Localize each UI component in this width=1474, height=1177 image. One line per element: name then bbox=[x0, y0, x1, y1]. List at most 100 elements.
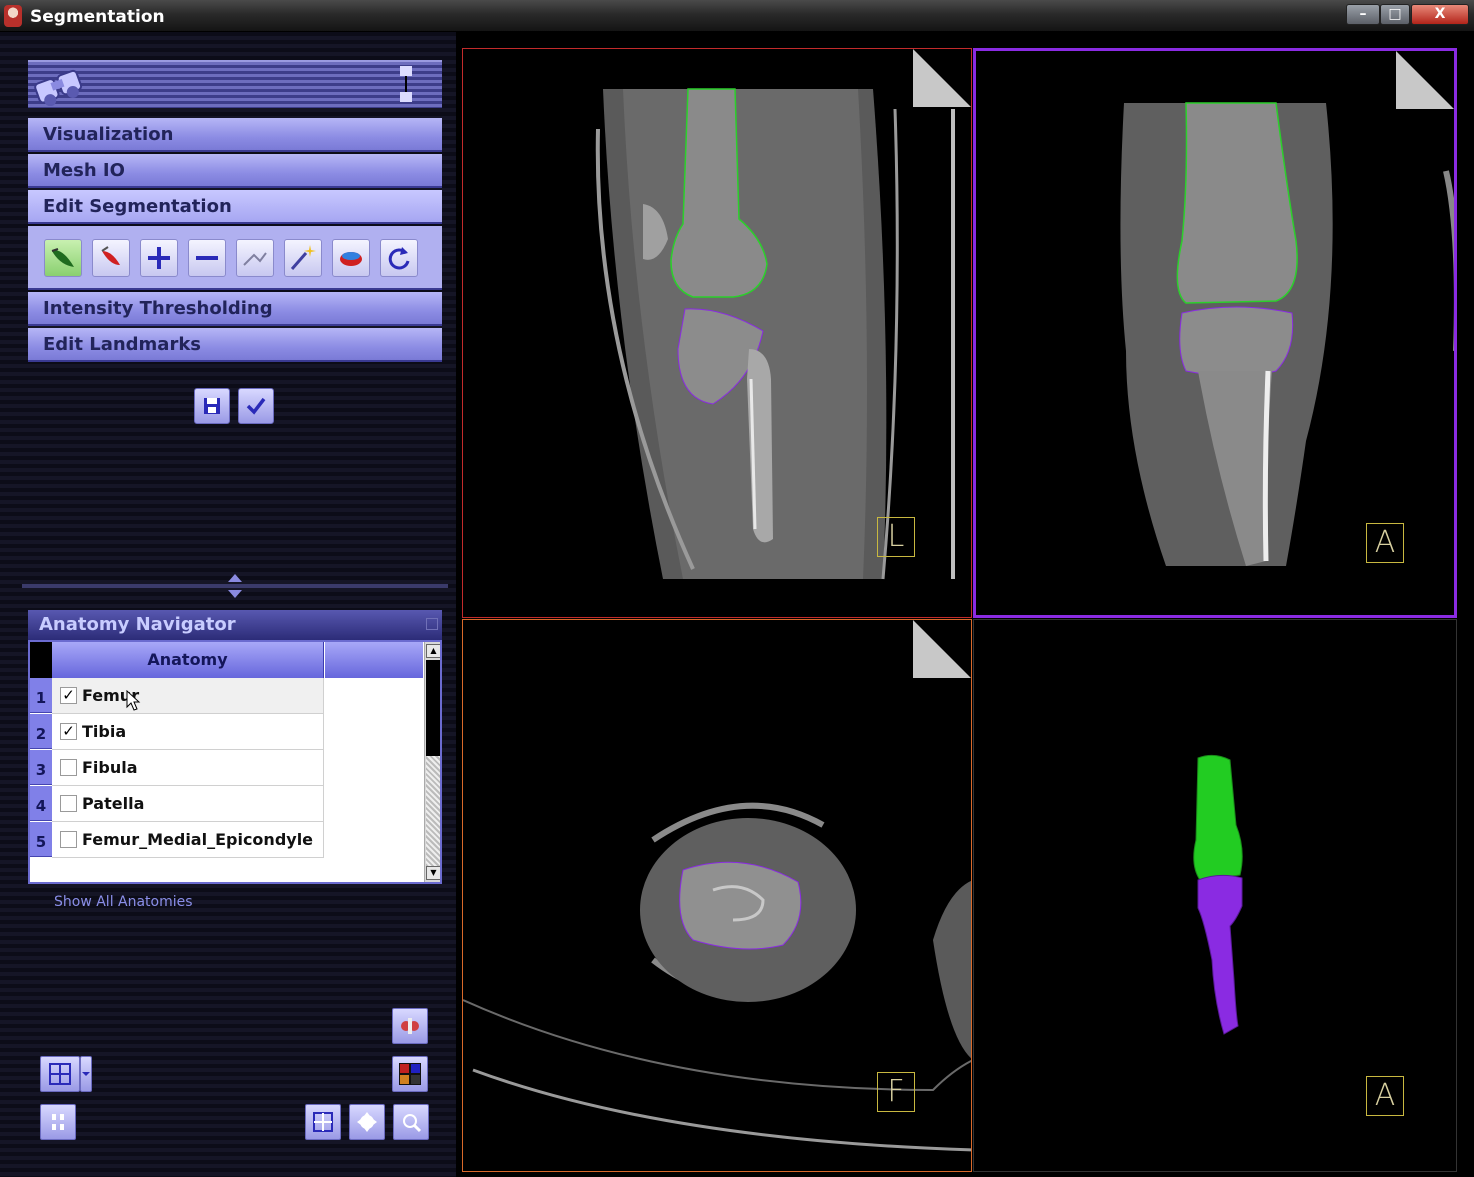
fill-icon bbox=[340, 252, 362, 266]
anatomy-navigator-header: Anatomy Navigator bbox=[28, 610, 442, 640]
layout-dropdown[interactable] bbox=[80, 1056, 92, 1092]
scroll-up-icon[interactable]: ▲ bbox=[426, 644, 440, 658]
anatomy-navigator-title: Anatomy Navigator bbox=[39, 614, 236, 635]
row-cell: ✓ Femur bbox=[52, 678, 324, 714]
anatomy-label: Femur_Medial_Epicondyle bbox=[82, 830, 314, 849]
show-all-anatomies-link[interactable]: Show All Anatomies bbox=[54, 894, 193, 910]
layout-grid-button[interactable] bbox=[40, 1056, 80, 1092]
bones-icon bbox=[401, 1018, 419, 1034]
checkmark-icon bbox=[246, 397, 266, 415]
row-cell: Patella bbox=[52, 786, 324, 822]
save-button[interactable] bbox=[194, 388, 230, 424]
segmentation-app: Segmentation – □ X Visualization Mesh IO… bbox=[0, 0, 1474, 1177]
mouse-cursor-icon bbox=[126, 690, 141, 711]
resize-handle-icon[interactable] bbox=[224, 574, 246, 598]
blank-column-header bbox=[325, 642, 423, 678]
edit-segmentation-toolbar bbox=[28, 226, 442, 290]
fit-icon bbox=[52, 1114, 64, 1130]
table-corner bbox=[30, 642, 52, 678]
scroll-track[interactable] bbox=[426, 756, 440, 866]
table-row[interactable]: 1 ✓ Femur bbox=[30, 678, 424, 714]
scroll-down-icon[interactable]: ▼ bbox=[426, 866, 440, 880]
refresh-tool[interactable] bbox=[380, 239, 418, 277]
quad-view-icon bbox=[399, 1063, 421, 1085]
subtract-region-tool[interactable] bbox=[188, 239, 226, 277]
anatomy-label: Tibia bbox=[82, 722, 127, 741]
add-region-tool[interactable] bbox=[140, 239, 178, 277]
save-icon bbox=[204, 398, 220, 414]
coronal-viewport[interactable]: A bbox=[973, 48, 1457, 618]
window-title: Segmentation bbox=[30, 7, 165, 27]
row-cell: Fibula bbox=[52, 750, 324, 786]
visibility-checkbox[interactable] bbox=[60, 759, 77, 776]
magic-wand-tool[interactable] bbox=[284, 239, 322, 277]
crosshair-button[interactable] bbox=[305, 1104, 341, 1140]
table-scrollbar[interactable]: ▲ ▼ bbox=[424, 642, 440, 882]
pan-icon bbox=[357, 1112, 377, 1132]
zoom-button[interactable] bbox=[393, 1104, 429, 1140]
pan-button[interactable] bbox=[349, 1104, 385, 1140]
row-number: 4 bbox=[30, 786, 52, 821]
view-3d-button[interactable] bbox=[392, 1008, 428, 1044]
visibility-checkbox[interactable]: ✓ bbox=[60, 723, 77, 740]
maximize-button[interactable]: □ bbox=[1380, 4, 1410, 25]
chevron-down-icon bbox=[82, 1072, 90, 1076]
multi-view-button[interactable] bbox=[392, 1056, 428, 1092]
row-cell: ✓ Tibia bbox=[52, 714, 324, 750]
eraser-icon bbox=[101, 246, 120, 265]
accordion-mesh-io[interactable]: Mesh IO bbox=[28, 154, 442, 188]
crosshair-icon bbox=[313, 1112, 333, 1132]
anatomy-label: Patella bbox=[82, 794, 145, 813]
row-number: 1 bbox=[30, 678, 52, 713]
fill-tool[interactable] bbox=[332, 239, 370, 277]
accordion-edit-segmentation[interactable]: Edit Segmentation bbox=[28, 190, 442, 224]
table-row[interactable]: 4 Patella bbox=[30, 786, 424, 822]
viewport-corner-icon[interactable] bbox=[913, 49, 971, 107]
sagittal-viewport[interactable]: L bbox=[462, 48, 972, 618]
minimize-button[interactable]: – bbox=[1346, 4, 1380, 25]
zoom-icon bbox=[403, 1114, 422, 1133]
apply-button[interactable] bbox=[238, 388, 274, 424]
table-row[interactable]: 2 ✓ Tibia bbox=[30, 714, 424, 750]
dock-toggle-icon[interactable] bbox=[400, 66, 414, 102]
title-bar[interactable]: Segmentation – □ X bbox=[0, 0, 1474, 32]
close-button[interactable]: X bbox=[1411, 4, 1469, 25]
visibility-checkbox[interactable] bbox=[60, 831, 77, 848]
table-row[interactable]: 3 Fibula bbox=[30, 750, 424, 786]
visibility-checkbox[interactable] bbox=[60, 795, 77, 812]
eraser-tool[interactable] bbox=[92, 239, 130, 277]
row-number: 5 bbox=[30, 822, 52, 857]
anatomy-column-header[interactable]: Anatomy bbox=[52, 642, 324, 678]
visibility-checkbox[interactable]: ✓ bbox=[60, 687, 77, 704]
orientation-marker: A bbox=[1366, 1076, 1404, 1116]
orientation-marker: A bbox=[1366, 523, 1404, 563]
paint-brush-tool[interactable] bbox=[44, 239, 82, 277]
anatomy-table: Anatomy 1 ✓ Femur 2 ✓ Tibia 3 Fibula 4 P… bbox=[28, 640, 442, 884]
row-cell: Femur_Medial_Epicondyle bbox=[52, 822, 324, 858]
refresh-icon bbox=[388, 247, 410, 270]
accordion-intensity-thresholding[interactable]: Intensity Thresholding bbox=[28, 292, 442, 326]
panel-options-icon[interactable] bbox=[426, 618, 438, 630]
minus-icon bbox=[196, 256, 218, 260]
fit-view-button[interactable] bbox=[40, 1104, 76, 1140]
anatomy-label: Fibula bbox=[82, 758, 138, 777]
3d-model-viewport[interactable]: A bbox=[973, 619, 1457, 1172]
line-draw-icon bbox=[243, 252, 267, 266]
row-number: 3 bbox=[30, 750, 52, 785]
line-tool[interactable] bbox=[236, 239, 274, 277]
accordion-edit-landmarks[interactable]: Edit Landmarks bbox=[28, 328, 442, 362]
plus-icon bbox=[148, 247, 170, 269]
accordion-visualization[interactable]: Visualization bbox=[28, 118, 442, 152]
table-row[interactable]: 5 Femur_Medial_Epicondyle bbox=[30, 822, 424, 858]
binoculars-icon[interactable] bbox=[30, 66, 90, 106]
grid-layout-icon bbox=[49, 1063, 71, 1085]
orientation-marker: F bbox=[877, 1072, 915, 1112]
paint-brush-icon bbox=[51, 248, 74, 267]
scroll-thumb[interactable] bbox=[426, 660, 440, 756]
orientation-marker: L bbox=[877, 517, 915, 557]
left-panel: Visualization Mesh IO Edit Segmentation bbox=[0, 32, 456, 1177]
row-number: 2 bbox=[30, 714, 52, 749]
viewport-corner-icon[interactable] bbox=[1396, 51, 1454, 109]
axial-viewport[interactable]: F bbox=[462, 619, 972, 1172]
viewport-corner-icon[interactable] bbox=[913, 620, 971, 678]
